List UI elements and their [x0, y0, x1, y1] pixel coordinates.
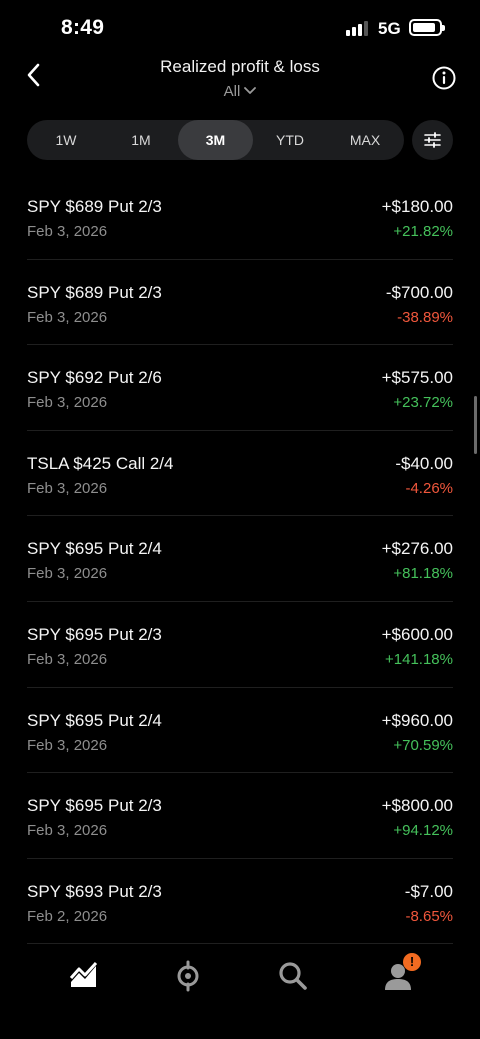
- trade-date: Feb 3, 2026: [27, 650, 108, 668]
- trade-name: SPY $692 Put 2/6: [27, 368, 162, 388]
- trade-amount: +$960.00: [381, 710, 453, 730]
- trade-amount: +$276.00: [381, 539, 453, 559]
- crypto-icon: [177, 960, 199, 992]
- tab-investing[interactable]: [68, 960, 100, 992]
- tab-1w[interactable]: 1W: [27, 120, 105, 160]
- list-item[interactable]: SPY $695 Put 2/4 Feb 3, 2026 +$276.00 +8…: [27, 516, 453, 602]
- trade-date: Feb 3, 2026: [27, 223, 108, 240]
- list-item[interactable]: SPY $695 Put 2/4 Feb 3, 2026 +$960.00 +7…: [27, 688, 453, 774]
- trade-date: Feb 3, 2026: [27, 394, 108, 412]
- trade-percent: +21.82%: [393, 223, 453, 240]
- trade-percent: +81.18%: [393, 565, 453, 583]
- list-item[interactable]: SPY $689 Put 2/3 Feb 3, 2026 -$700.00 -3…: [27, 260, 453, 346]
- info-button[interactable]: [432, 66, 456, 90]
- trade-list: SPY $689 Put 2/3 Feb 3, 2026 +$180.00 +2…: [27, 174, 453, 945]
- notification-badge: !: [403, 953, 421, 971]
- trade-name: SPY $695 Put 2/4: [27, 539, 162, 559]
- filter-settings-button[interactable]: [412, 120, 453, 160]
- trade-date: Feb 3, 2026: [27, 736, 108, 754]
- trade-date: Feb 3, 2026: [27, 565, 108, 583]
- scrollbar[interactable]: [474, 396, 477, 454]
- tab-3m[interactable]: 3M: [178, 120, 253, 160]
- list-item[interactable]: SPY $695 Put 2/3 Feb 3, 2026 +$800.00 +9…: [27, 773, 453, 859]
- trade-percent: -4.26%: [405, 479, 453, 497]
- header: Realized profit & loss All: [0, 52, 480, 108]
- tab-max[interactable]: MAX: [326, 120, 404, 160]
- trade-date: Feb 3, 2026: [27, 822, 108, 840]
- status-bar: 8:49 5G: [0, 0, 480, 56]
- time-range-selector: 1W 1M 3M YTD MAX: [27, 120, 404, 160]
- battery-icon: [409, 19, 445, 36]
- trade-date: Feb 3, 2026: [27, 308, 108, 326]
- sliders-icon: [424, 132, 441, 148]
- trade-date: Feb 2, 2026: [27, 907, 108, 925]
- list-item[interactable]: SPY $695 Put 2/3 Feb 3, 2026 +$600.00 +1…: [27, 602, 453, 688]
- trade-percent: +94.12%: [393, 822, 453, 840]
- tab-crypto[interactable]: [172, 960, 204, 992]
- filter-dropdown[interactable]: All: [0, 82, 480, 100]
- list-item[interactable]: SPY $689 Put 2/3 Feb 3, 2026 +$180.00 +2…: [27, 174, 453, 260]
- trade-amount: -$700.00: [385, 282, 453, 302]
- trade-amount: +$800.00: [381, 796, 453, 816]
- trade-name: SPY $695 Put 2/4: [27, 710, 162, 730]
- list-item[interactable]: SPY $692 Put 2/6 Feb 3, 2026 +$575.00 +2…: [27, 345, 453, 431]
- trade-amount: +$575.00: [381, 368, 453, 388]
- chart-icon: [69, 961, 98, 987]
- status-time: 8:49: [61, 16, 105, 39]
- trade-amount: +$180.00: [381, 197, 453, 216]
- filter-label: All: [223, 83, 241, 100]
- trade-date: Feb 3, 2026: [27, 479, 108, 497]
- trade-percent: -38.89%: [397, 308, 453, 326]
- page-title: Realized profit & loss: [160, 57, 320, 76]
- trade-percent: -8.65%: [405, 907, 453, 925]
- info-icon: [432, 66, 456, 90]
- cellular-signal-icon: [346, 21, 370, 36]
- search-icon: [279, 962, 307, 990]
- list-item[interactable]: SPY $693 Put 2/3 Feb 2, 2026 -$7.00 -8.6…: [27, 859, 453, 945]
- trade-name: SPY $689 Put 2/3: [27, 282, 162, 302]
- trade-percent: +23.72%: [393, 394, 453, 412]
- trade-name: SPY $693 Put 2/3: [27, 881, 162, 901]
- trade-name: SPY $695 Put 2/3: [27, 624, 162, 644]
- tab-ytd[interactable]: YTD: [251, 120, 329, 160]
- list-item[interactable]: TSLA $425 Call 2/4 Feb 3, 2026 -$40.00 -…: [27, 431, 453, 517]
- trade-name: SPY $695 Put 2/3: [27, 796, 162, 816]
- network-type: 5G: [378, 19, 401, 38]
- trade-percent: +70.59%: [393, 736, 453, 754]
- tab-1m[interactable]: 1M: [102, 120, 180, 160]
- chevron-down-icon: [244, 82, 257, 99]
- trade-name: SPY $689 Put 2/3: [27, 197, 162, 216]
- trade-amount: +$600.00: [381, 624, 453, 644]
- tab-search[interactable]: [277, 960, 309, 992]
- trade-amount: -$40.00: [395, 453, 453, 473]
- trade-amount: -$7.00: [404, 881, 453, 901]
- trade-percent: +141.18%: [385, 650, 453, 668]
- trade-name: TSLA $425 Call 2/4: [27, 453, 174, 473]
